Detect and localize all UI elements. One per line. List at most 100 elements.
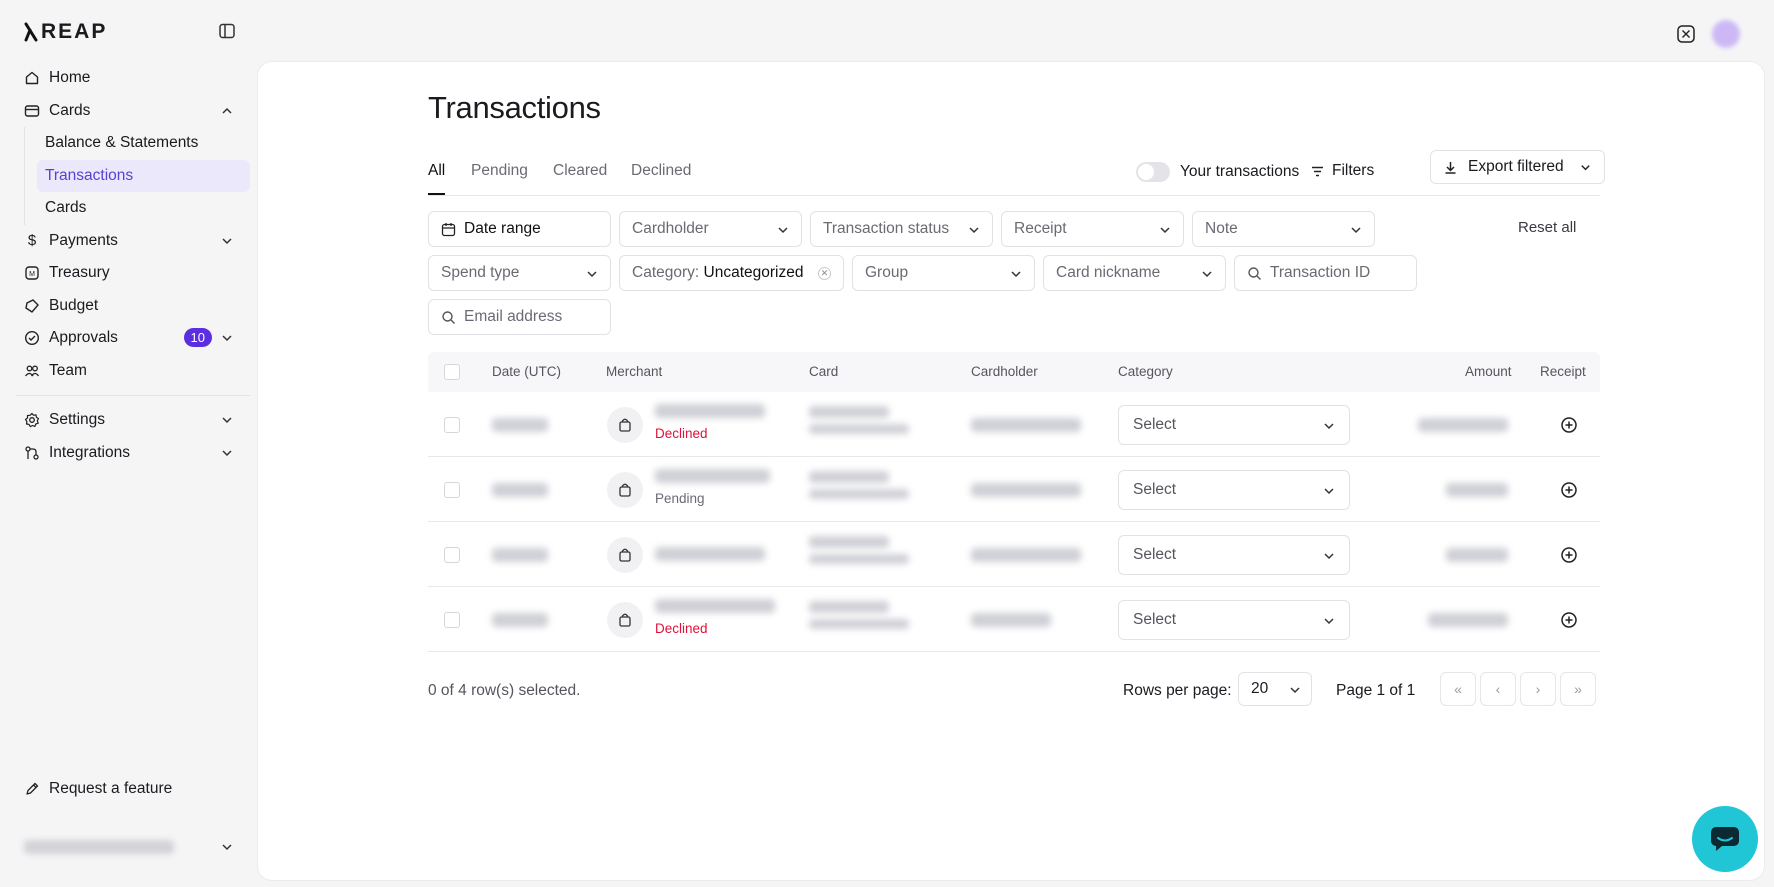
add-receipt-icon[interactable] <box>1560 611 1578 629</box>
sidebar-item-approvals[interactable]: Approvals 10 <box>16 322 250 355</box>
sidebar-item-balance-statements[interactable]: Balance & Statements <box>37 127 250 160</box>
table-row[interactable]: Pending Select <box>428 457 1600 522</box>
card-nickname-label: Card nickname <box>1056 264 1161 281</box>
table-row[interactable]: Declined Select <box>428 587 1600 652</box>
sidebar-item-integrations[interactable]: Integrations <box>16 437 250 470</box>
card-nickname-filter[interactable]: Card nickname <box>1043 255 1226 291</box>
sidebar-item-budget[interactable]: Budget <box>16 290 250 323</box>
toggle-switch[interactable] <box>1136 162 1170 182</box>
budget-icon <box>24 298 40 314</box>
tab-pending[interactable]: Pending <box>471 162 528 180</box>
last-page-button[interactable]: » <box>1560 672 1596 706</box>
sidebar-item-treasury[interactable]: M Treasury <box>16 257 250 290</box>
table-row[interactable]: Select <box>428 522 1600 587</box>
notifications-icon[interactable] <box>1676 24 1696 44</box>
filters-label: Filters <box>1332 162 1375 179</box>
row-checkbox[interactable] <box>444 547 460 563</box>
sidebar-toggle-icon[interactable] <box>218 22 236 40</box>
cardholder-filter[interactable]: Cardholder <box>619 211 802 247</box>
note-filter[interactable]: Note <box>1192 211 1375 247</box>
sidebar-item-home[interactable]: Home <box>16 62 250 95</box>
page-indicator: Page 1 of 1 <box>1336 682 1416 699</box>
reset-all-button[interactable]: Reset all <box>1518 219 1576 236</box>
receipt-filter[interactable]: Receipt <box>1001 211 1184 247</box>
column-cardholder[interactable]: Cardholder <box>971 364 1038 379</box>
next-page-button[interactable]: › <box>1520 672 1556 706</box>
rows-per-page-label: Rows per page: <box>1123 682 1232 699</box>
sidebar-item-label: Cards <box>45 199 87 217</box>
your-transactions-toggle[interactable]: Your transactions <box>1136 162 1299 182</box>
status-tabs: All Pending Cleared Declined Your transa… <box>428 150 1605 196</box>
request-feature-link[interactable]: Request a feature <box>24 780 172 798</box>
chevron-down-icon <box>1160 227 1170 234</box>
avatar[interactable] <box>1712 20 1740 48</box>
category-filter-value: Uncategorized <box>703 264 804 281</box>
row-checkbox[interactable] <box>444 417 460 433</box>
transaction-status-text: Pending <box>655 491 705 506</box>
column-card[interactable]: Card <box>809 364 838 379</box>
column-amount[interactable]: Amount <box>1465 364 1512 379</box>
table-row[interactable]: Declined Select <box>428 392 1600 457</box>
sidebar-item-settings[interactable]: Settings <box>16 404 250 437</box>
search-icon <box>442 310 455 324</box>
cardholder-redacted <box>971 483 1081 497</box>
sidebar-item-transactions[interactable]: Transactions <box>37 159 250 192</box>
date-range-filter[interactable]: Date range <box>428 211 611 247</box>
svg-text:M: M <box>29 271 35 278</box>
transaction-status-filter[interactable]: Transaction status <box>810 211 993 247</box>
column-receipt[interactable]: Receipt <box>1540 364 1586 379</box>
tab-declined[interactable]: Declined <box>631 162 691 180</box>
group-filter[interactable]: Group <box>852 255 1035 291</box>
previous-page-button[interactable]: ‹ <box>1480 672 1516 706</box>
column-date[interactable]: Date (UTC) <box>492 364 561 379</box>
category-select[interactable]: Select <box>1118 405 1350 445</box>
select-all-checkbox[interactable] <box>444 364 460 380</box>
email-search[interactable]: Email address <box>428 299 611 335</box>
chevron-down-icon <box>1581 165 1590 171</box>
row-checkbox[interactable] <box>444 482 460 498</box>
amount-redacted <box>1428 613 1508 627</box>
sidebar-item-team[interactable]: Team <box>16 355 250 388</box>
sidebar-item-cards[interactable]: Cards <box>16 95 250 128</box>
account-switcher[interactable] <box>24 836 234 858</box>
category-select[interactable]: Select <box>1118 535 1350 575</box>
category-select[interactable]: Select <box>1118 600 1350 640</box>
chevron-down-icon <box>1351 227 1361 234</box>
your-transactions-label: Your transactions <box>1180 163 1300 180</box>
sidebar-item-cards-list[interactable]: Cards <box>37 192 250 225</box>
category-select-value: Select <box>1133 416 1177 433</box>
tab-all[interactable]: All <box>428 162 446 195</box>
column-category[interactable]: Category <box>1118 364 1173 379</box>
chevron-down-icon <box>222 335 232 342</box>
card-icon <box>24 103 40 119</box>
transaction-id-search[interactable]: Transaction ID <box>1234 255 1417 291</box>
sidebar-item-label: Payments <box>49 231 118 249</box>
chevron-down-icon <box>1202 271 1212 278</box>
chevron-up-icon <box>222 107 232 114</box>
export-filtered-button[interactable]: Export filtered <box>1430 150 1605 184</box>
help-chat-button[interactable] <box>1692 806 1758 872</box>
add-receipt-icon[interactable] <box>1560 416 1578 434</box>
home-icon <box>24 70 40 86</box>
add-receipt-icon[interactable] <box>1560 546 1578 564</box>
category-select[interactable]: Select <box>1118 470 1350 510</box>
filters-button[interactable]: Filters <box>1310 162 1374 180</box>
sidebar-item-payments[interactable]: $ Payments <box>16 225 250 258</box>
email-placeholder: Email address <box>464 308 563 325</box>
first-page-button[interactable]: « <box>1440 672 1476 706</box>
reap-logo[interactable]: REAP <box>24 20 107 44</box>
sidebar-nav: Home Cards Balance & Statements Transact… <box>16 62 250 469</box>
add-receipt-icon[interactable] <box>1560 481 1578 499</box>
amount-redacted <box>1446 483 1508 497</box>
merchant-redacted <box>655 469 770 483</box>
chevron-down-icon <box>1011 271 1021 278</box>
category-filter[interactable]: Category: Uncategorized ✕ <box>619 255 844 291</box>
sidebar-item-label: Balance & Statements <box>45 134 199 152</box>
tab-cleared[interactable]: Cleared <box>553 162 607 180</box>
spend-type-filter[interactable]: Spend type <box>428 255 611 291</box>
rows-per-page-select[interactable]: 20 <box>1238 672 1312 706</box>
row-checkbox[interactable] <box>444 612 460 628</box>
clear-category-icon[interactable]: ✕ <box>818 267 831 280</box>
column-merchant[interactable]: Merchant <box>606 364 662 379</box>
card-sub-redacted <box>809 619 909 629</box>
